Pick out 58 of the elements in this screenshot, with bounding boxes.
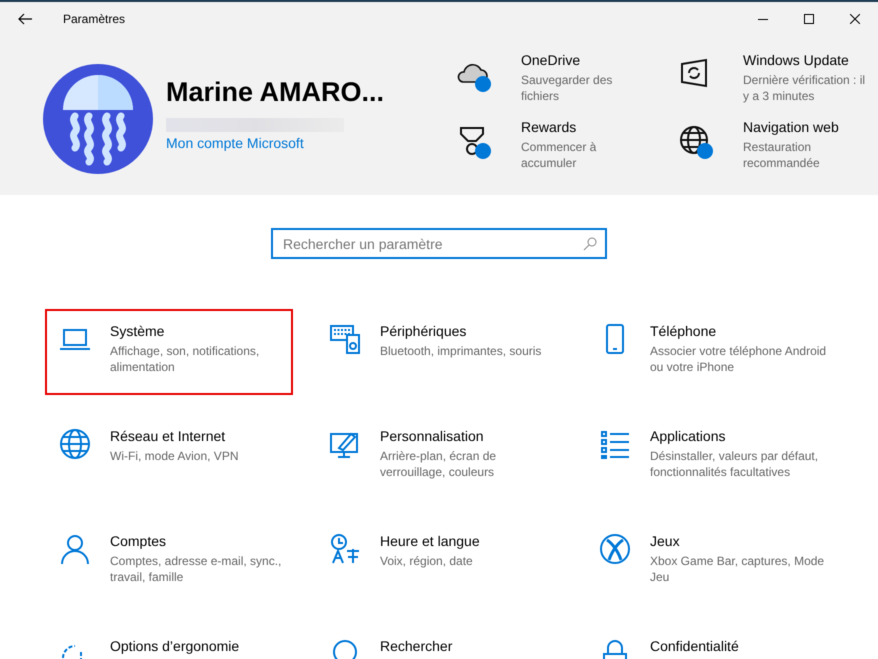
- category-tile[interactable]: Personnalisation Arrière-plan, écran de verrouillage, couleurs: [315, 414, 563, 500]
- category-title: Confidentialité: [650, 638, 739, 654]
- category-description: Wi-Fi, mode Avion, VPN: [110, 448, 240, 464]
- category-tile[interactable]: Heure et langue Voix, région, date: [315, 519, 563, 605]
- category-description: Xbox Game Bar, captures, Mode Jeu: [650, 553, 826, 585]
- category-title: Heure et langue: [380, 533, 481, 549]
- category-title: Réseau et Internet: [110, 428, 226, 444]
- quick-link-title[interactable]: OneDrive: [521, 52, 631, 68]
- category-description: Bluetooth, imprimantes, souris: [380, 343, 542, 359]
- xbox-icon: [599, 533, 631, 565]
- quick-link-title[interactable]: Rewards: [521, 119, 631, 135]
- category-tile[interactable]: Périphériques Bluetooth, imprimantes, souris: [315, 309, 563, 395]
- category-tile[interactable]: Jeux Xbox Game Bar, captures, Mode Jeu: [585, 519, 833, 605]
- category-title: Personnalisation: [380, 428, 485, 444]
- category-title: Périphériques: [380, 323, 468, 339]
- quick-link-title[interactable]: Windows Update: [743, 52, 873, 68]
- category-tile[interactable]: Confidentialité: [585, 624, 833, 659]
- person-icon: [59, 533, 91, 565]
- category-title: Rechercher: [380, 638, 452, 654]
- category-description: Arrière-plan, écran de verrouillage, couleurs: [380, 448, 498, 480]
- quick-link-subtitle: Restauration recommandée: [743, 139, 821, 171]
- category-title: Options d’ergonomie: [110, 638, 240, 654]
- category-description: Voix, région, date: [380, 553, 474, 569]
- close-icon: [850, 14, 860, 24]
- clock-language-icon: [329, 533, 361, 565]
- category-title: Système: [110, 323, 166, 339]
- list-icon: [599, 428, 631, 460]
- category-description: Désinstaller, valeurs par défaut, fonctionnalités facultatives: [650, 448, 820, 480]
- category-title: Téléphone: [650, 323, 718, 339]
- category-title: Applications: [650, 428, 726, 444]
- category-description: Associer votre téléphone Android ou votre iPhone: [650, 343, 828, 375]
- quick-link-subtitle: Sauvegarder des fichiers: [521, 72, 614, 104]
- search-field[interactable]: Rechercher un paramètre: [271, 228, 607, 259]
- minimize-icon: [758, 18, 768, 20]
- category-tile[interactable]: Rechercher: [315, 624, 563, 659]
- category-description: Comptes, adresse e-mail, sync., travail, famille: [110, 553, 282, 585]
- back-arrow-icon: [18, 13, 32, 25]
- category-tile[interactable]: Réseau et Internet Wi-Fi, mode Avion, VPN: [45, 414, 293, 500]
- globe-icon: [677, 123, 711, 157]
- category-tile[interactable]: Options d’ergonomie: [45, 624, 293, 659]
- quick-link-title[interactable]: Navigation web: [743, 119, 873, 135]
- category-title: Comptes: [110, 533, 168, 549]
- window-title: Paramètres: [63, 12, 126, 26]
- quick-link-subtitle: Dernière vérification : il y a 3 minutes: [743, 72, 866, 104]
- quick-link-icon[interactable]: [677, 123, 713, 159]
- keyboard-speaker-icon: [329, 323, 361, 355]
- category-tile[interactable]: Comptes Comptes, adresse e-mail, sync., travail, famille: [45, 519, 293, 605]
- category-tile[interactable]: Applications Désinstaller, valeurs par défaut, fonctionnalités facultatives: [585, 414, 833, 500]
- jellyfish-avatar-icon: [43, 64, 153, 174]
- quick-link-subtitle: Commencer à accumuler: [521, 139, 598, 171]
- account-name: Marine AMARO...: [166, 77, 386, 108]
- account-link[interactable]: Mon compte Microsoft: [166, 135, 304, 151]
- maximize-icon: [804, 14, 814, 24]
- category-description: Affichage, son, notifications, alimentation: [110, 343, 260, 375]
- category-tile[interactable]: Téléphone Associer votre téléphone Android ou votre iPhone: [585, 309, 833, 395]
- category-title: Jeux: [650, 533, 681, 549]
- highlighted-category-tile[interactable]: Système Affichage, son, notifications, alimentation: [45, 309, 293, 395]
- globe-icon: [59, 428, 91, 460]
